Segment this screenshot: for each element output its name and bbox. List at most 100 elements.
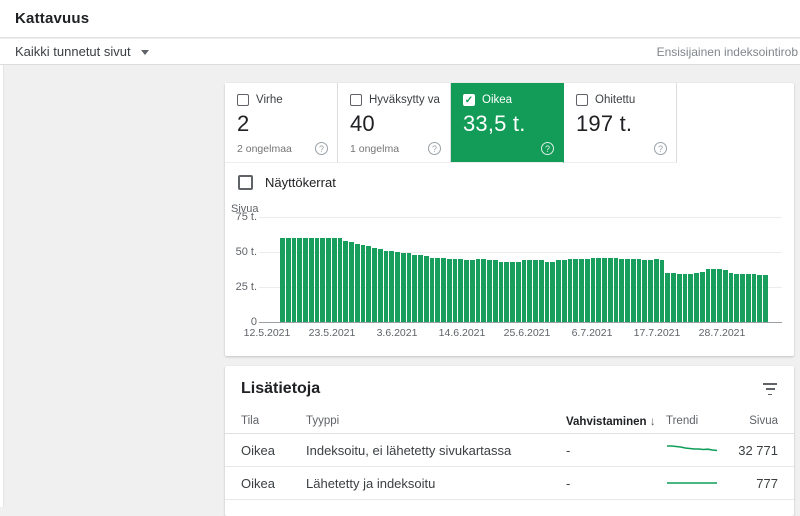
chart-bar[interactable] — [625, 259, 630, 322]
chart-bar[interactable] — [608, 258, 613, 322]
chart-bar[interactable] — [711, 269, 716, 322]
chart-bar[interactable] — [522, 260, 527, 322]
chart-bar[interactable] — [740, 274, 745, 322]
chart-bar[interactable] — [395, 252, 400, 322]
chart-bar[interactable] — [453, 259, 458, 322]
checkbox-icon[interactable] — [576, 94, 588, 106]
status-tile-hyvaksytty[interactable]: Hyväksytty varoit... 40 1 ongelma ? — [338, 83, 451, 163]
chart-bar[interactable] — [361, 245, 366, 322]
chart-bar[interactable] — [297, 238, 302, 322]
col-header-trendi[interactable]: Trendi — [666, 415, 728, 427]
chart-bar[interactable] — [315, 238, 320, 322]
chart-bar[interactable] — [631, 259, 636, 322]
chart-bar[interactable] — [332, 238, 337, 322]
chart-bar[interactable] — [579, 259, 584, 322]
chart-bar[interactable] — [401, 253, 406, 322]
chart-bar[interactable] — [706, 269, 711, 322]
chart-bar[interactable] — [499, 262, 504, 322]
status-tile-virhe[interactable]: Virhe 2 2 ongelmaa ? — [225, 83, 338, 163]
chart-bar[interactable] — [430, 258, 435, 322]
chart-bar[interactable] — [550, 262, 555, 322]
chart-bar[interactable] — [648, 260, 653, 322]
chart-bar[interactable] — [568, 259, 573, 322]
chart-bar[interactable] — [441, 258, 446, 322]
chart-bar[interactable] — [378, 249, 383, 322]
chart-bar[interactable] — [746, 274, 751, 322]
chart-bar[interactable] — [320, 238, 325, 322]
chart-bar[interactable] — [435, 258, 440, 322]
chart-bar[interactable] — [418, 255, 423, 322]
chart-bar[interactable] — [464, 260, 469, 322]
help-icon[interactable]: ? — [428, 142, 441, 155]
chart-bar[interactable] — [487, 260, 492, 322]
chart-bar[interactable] — [688, 274, 693, 322]
help-icon[interactable]: ? — [541, 142, 554, 155]
chart-bar[interactable] — [355, 244, 360, 322]
chart-bar[interactable] — [763, 275, 768, 322]
chart-bar[interactable] — [516, 262, 521, 322]
chart-bar[interactable] — [642, 260, 647, 322]
chart-bar[interactable] — [343, 241, 348, 322]
chart-bar[interactable] — [677, 274, 682, 322]
chart-bar[interactable] — [556, 260, 561, 322]
chart-bar[interactable] — [694, 273, 699, 322]
help-icon[interactable]: ? — [315, 142, 328, 155]
checkbox-icon[interactable] — [238, 175, 253, 190]
chart-bar[interactable] — [527, 260, 532, 322]
chart-bar[interactable] — [591, 258, 596, 322]
chart-bar[interactable] — [596, 258, 601, 322]
chart-bar[interactable] — [757, 275, 762, 322]
table-row[interactable]: Oikea Indeksoitu, ei lähetetty sivukarta… — [225, 434, 794, 467]
table-row[interactable]: Oikea Lähetetty ja indeksoitu - 777 — [225, 467, 794, 500]
chart-bar[interactable] — [671, 273, 676, 322]
chart-bar[interactable] — [729, 273, 734, 322]
chart-bar[interactable] — [614, 258, 619, 322]
chart-bar[interactable] — [470, 260, 475, 322]
checkbox-icon[interactable] — [237, 94, 249, 106]
impressions-toggle[interactable]: Näyttökerrat — [238, 175, 336, 190]
chart-bar[interactable] — [539, 260, 544, 322]
chart-bar[interactable] — [349, 242, 354, 322]
page-scope-dropdown[interactable]: Kaikki tunnetut sivut — [15, 44, 149, 59]
chart-bar[interactable] — [407, 253, 412, 322]
chart-bar[interactable] — [447, 259, 452, 322]
chart-bar[interactable] — [654, 259, 659, 322]
chart-bar[interactable] — [665, 273, 670, 322]
chart-bar[interactable] — [504, 262, 509, 322]
chart-bar[interactable] — [573, 259, 578, 322]
chart-bar[interactable] — [700, 272, 705, 322]
chart-bar[interactable] — [683, 274, 688, 322]
chart-bar[interactable] — [476, 259, 481, 322]
status-tile-oikea[interactable]: ✓ Oikea 33,5 t. ? — [451, 83, 564, 163]
chart-bar[interactable] — [366, 246, 371, 322]
chart-bar[interactable] — [384, 251, 389, 322]
checkbox-checked-icon[interactable]: ✓ — [463, 94, 475, 106]
col-header-tyyppi[interactable]: Tyyppi — [306, 415, 566, 427]
col-header-sivua[interactable]: Sivua — [728, 415, 778, 427]
chart-bar[interactable] — [372, 248, 377, 322]
chart-bar[interactable] — [660, 260, 665, 322]
chart-bar[interactable] — [723, 270, 728, 322]
chart-bar[interactable] — [752, 274, 757, 322]
chart-bar[interactable] — [338, 238, 343, 322]
chart-bar[interactable] — [619, 259, 624, 322]
help-icon[interactable]: ? — [654, 142, 667, 155]
chart-bar[interactable] — [734, 274, 739, 322]
filter-icon[interactable] — [762, 383, 778, 395]
status-tile-ohitettu[interactable]: Ohitettu 197 t. ? — [564, 83, 677, 163]
chart-bar[interactable] — [458, 259, 463, 322]
chart-bar[interactable] — [585, 259, 590, 322]
chart-bar[interactable] — [389, 251, 394, 322]
checkbox-icon[interactable] — [350, 94, 362, 106]
chart-bar[interactable] — [562, 260, 567, 322]
chart-bar[interactable] — [303, 238, 308, 322]
chart-bar[interactable] — [510, 262, 515, 322]
chart-bar[interactable] — [292, 238, 297, 322]
col-header-vahvistaminen[interactable]: Vahvistaminen ↓ — [566, 414, 666, 428]
chart-bar[interactable] — [280, 238, 285, 322]
col-header-tila[interactable]: Tila — [241, 415, 306, 427]
chart-bar[interactable] — [481, 259, 486, 322]
chart-bar[interactable] — [545, 262, 550, 322]
chart-bar[interactable] — [637, 259, 642, 322]
chart-bar[interactable] — [309, 238, 314, 322]
